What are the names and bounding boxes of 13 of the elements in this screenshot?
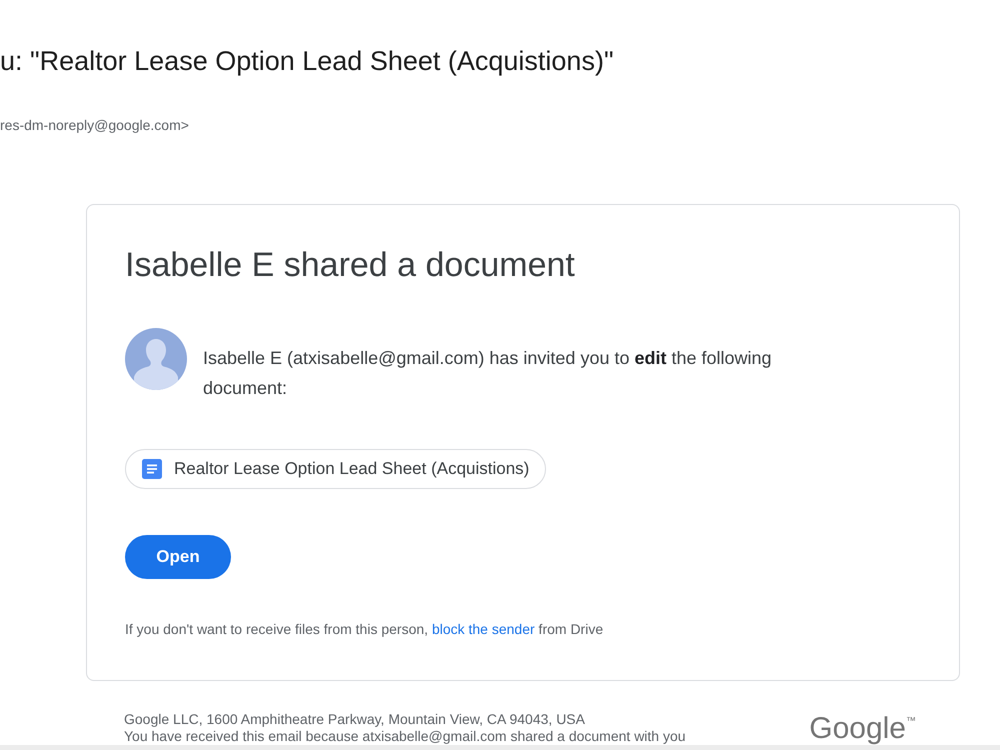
- open-button[interactable]: Open: [125, 535, 231, 579]
- avatar-icon: [125, 328, 187, 390]
- sender-address: res-dm-noreply@google.com>: [0, 116, 189, 134]
- google-logo: Google$^{™}$: [809, 713, 916, 745]
- email-subject: u: "Realtor Lease Option Lead Sheet (Acquistions)": [0, 45, 614, 78]
- document-chip[interactable]: Realtor Lease Option Lead Sheet (Acquistions): [125, 449, 546, 489]
- share-title: Isabelle E shared a document: [125, 245, 575, 285]
- block-notice: If you don't want to receive files from this person, block the sender from Drive: [125, 620, 604, 638]
- document-icon: [142, 459, 162, 479]
- email-reason: You have received this email because atxisabelle@gmail.com shared a document with you: [124, 728, 686, 745]
- company-address: Google LLC, 1600 Amphitheatre Parkway, Mountain View, CA 94043, USA: [124, 711, 585, 728]
- block-sender-link[interactable]: block the sender: [432, 621, 535, 637]
- invite-message: Isabelle E (atxisabelle@gmail.com) has invited you to edit the following document:: [203, 347, 773, 400]
